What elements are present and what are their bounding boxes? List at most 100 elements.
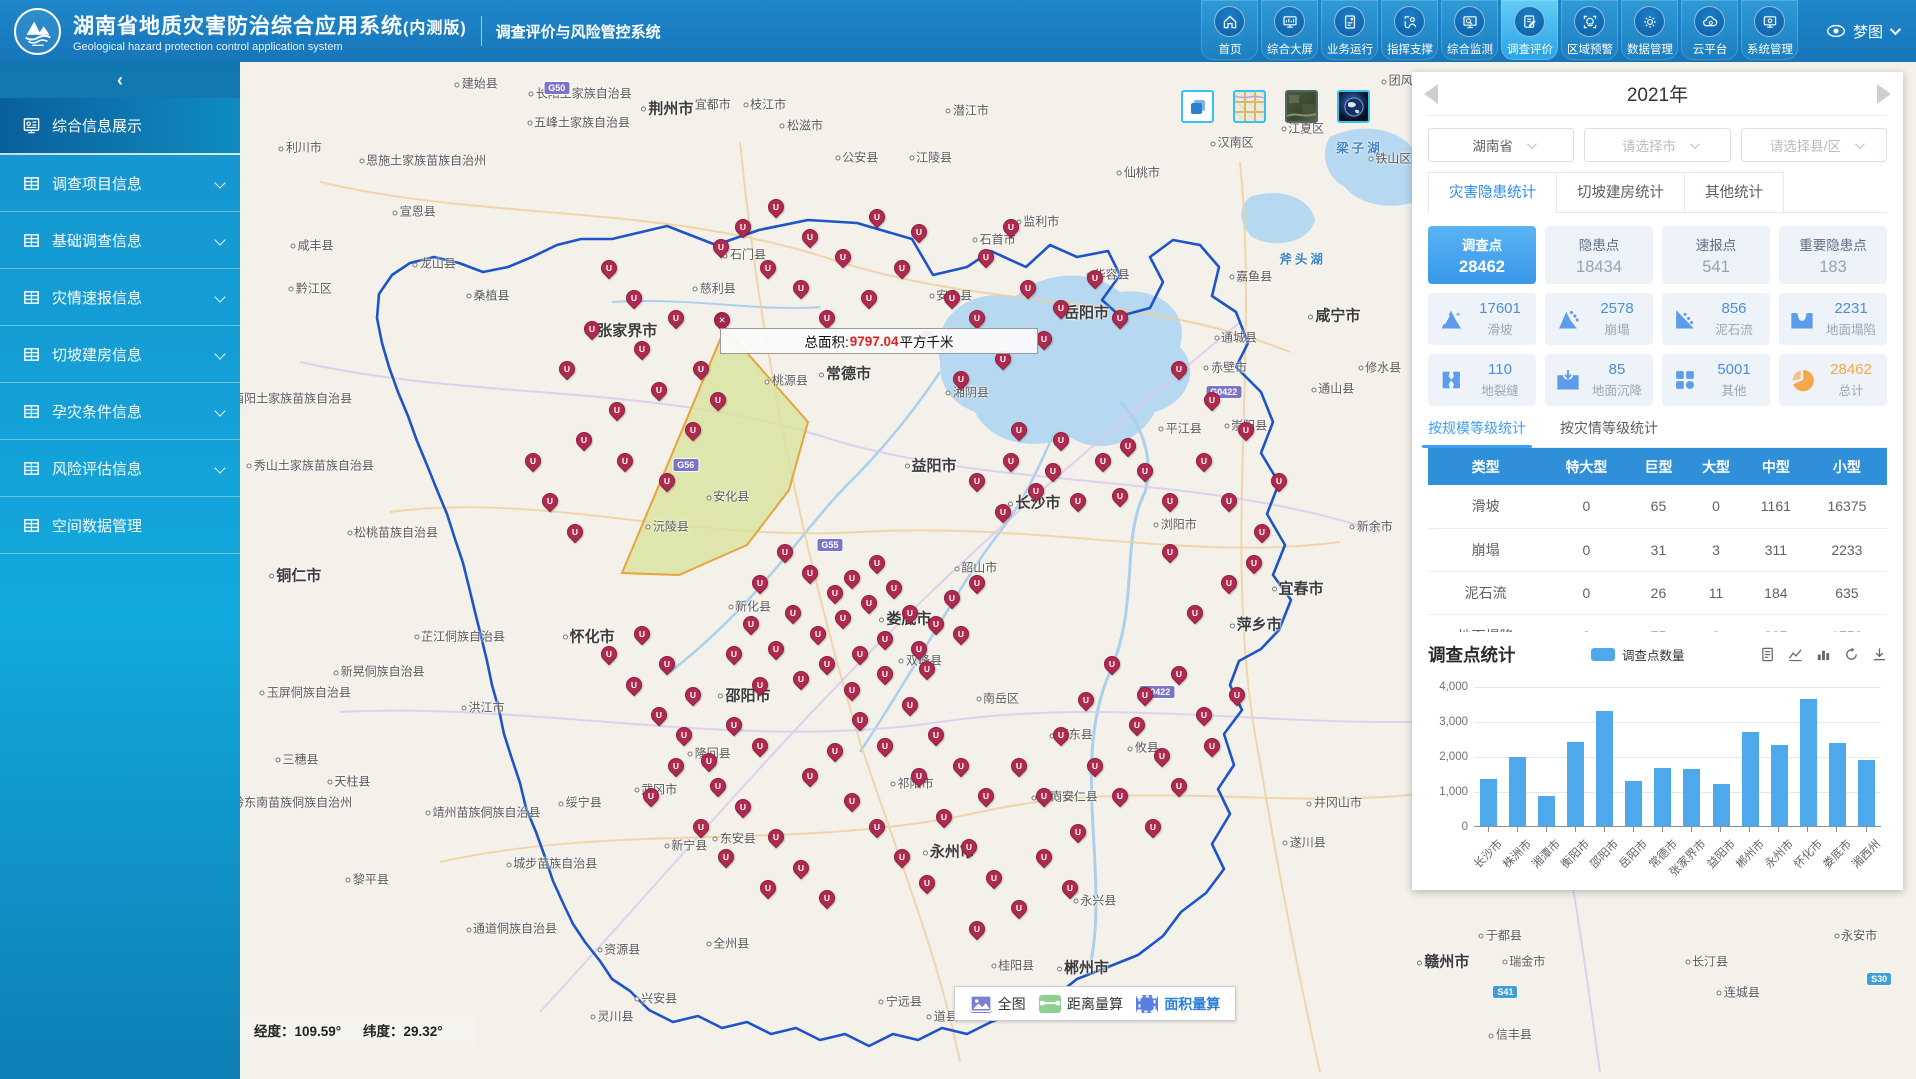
table-row[interactable]: 崩塌03133112233 [1428,528,1887,571]
user-area[interactable]: 梦图 [1826,21,1898,42]
sidebar-item-基础调查信息[interactable]: 基础调查信息 [0,212,240,269]
download-icon[interactable] [1872,647,1887,662]
nav-item-指挥支撑[interactable]: 指挥支撑 [1381,0,1438,60]
sidebar-item-切坡建房信息[interactable]: 切坡建房信息 [0,326,240,383]
nav-item-系统管理[interactable]: 系统管理 [1741,0,1798,60]
hazard-glyph: U [736,220,750,234]
bar-永州市[interactable] [1771,745,1788,826]
measured-area-polygon[interactable] [622,328,808,575]
type-card-地裂缝[interactable]: 110地裂缝 [1428,354,1536,406]
bar-湘潭市[interactable] [1538,796,1555,826]
bar-岳阳市[interactable] [1625,781,1642,826]
map-tool-面积量算[interactable]: 面积量算 [1136,994,1220,1014]
map-label-枝江市: 枝江市 [743,95,786,112]
layers-button[interactable] [1181,90,1214,123]
bar-chart-icon[interactable] [1816,647,1831,662]
globe-basemap-button[interactable] [1337,90,1370,123]
line-chart-icon[interactable] [1788,647,1803,662]
type-card-滑坡[interactable]: 17601滑坡 [1428,293,1536,345]
place-dot-icon [835,155,840,160]
nav-item-区域预警[interactable]: 区域预警 [1561,0,1618,60]
map-tool-距离量算[interactable]: 距离量算 [1039,994,1123,1014]
cloud-icon [1694,6,1725,37]
tab-切坡建房统计[interactable]: 切坡建房统计 [1556,172,1684,212]
nav-item-业务运行[interactable]: 业务运行 [1321,0,1378,60]
bar-长沙市[interactable] [1480,779,1497,826]
sidebar-item-灾情速报信息[interactable]: 灾情速报信息 [0,269,240,326]
map-tool-全图[interactable]: 全图 [970,994,1026,1014]
region-select-0[interactable]: 湖南省 [1428,128,1574,162]
bar-张家界市[interactable] [1683,769,1700,826]
refresh-icon[interactable] [1844,647,1859,662]
table-row[interactable]: 滑坡0650116116375 [1428,485,1887,528]
sidebar-item-孕灾条件信息[interactable]: 孕灾条件信息 [0,383,240,440]
type-card-总计[interactable]: 28462总计 [1779,354,1887,406]
tab-其他统计[interactable]: 其他统计 [1684,172,1784,212]
nav-item-综合大屏[interactable]: 综合大屏 [1261,0,1318,60]
street-basemap-button[interactable] [1233,90,1266,123]
sidebar-collapse-button[interactable]: ‹ [0,62,240,98]
map-label-黎平县: 黎平县 [346,870,389,887]
type-card-其他[interactable]: 5001其他 [1662,354,1770,406]
map-label-通城县: 通城县 [1214,328,1257,345]
bar-常德市[interactable] [1654,768,1671,826]
subtab-按灾情等级统计[interactable]: 按灾情等级统计 [1560,418,1658,447]
summary-card-重要隐患点[interactable]: 重要隐患点183 [1779,226,1887,284]
place-dot-icon [923,850,928,855]
bar-怀化市[interactable] [1800,699,1817,826]
bar-娄底市[interactable] [1829,743,1846,826]
bar-湘西州[interactable] [1858,760,1875,827]
summary-card-速报点[interactable]: 速报点541 [1662,226,1770,284]
bar-郴州市[interactable] [1742,732,1759,827]
year-next-button[interactable] [1877,84,1891,104]
type-card-泥石流[interactable]: 856泥石流 [1662,293,1770,345]
satellite-basemap-button[interactable] [1285,90,1318,123]
nav-item-首页[interactable]: 首页 [1201,0,1258,60]
nav-item-云平台[interactable]: 云平台 [1681,0,1738,60]
place-dot-icon [927,1015,932,1020]
table-cell: 0 [1543,614,1629,632]
sidebar-item-风险评估信息[interactable]: 风险评估信息 [0,440,240,497]
type-card-地面塌陷[interactable]: 2231地面塌陷 [1779,293,1887,345]
debris-flow-icon [1672,306,1698,332]
hazard-glyph: U [920,876,934,890]
subtab-按规模等级统计[interactable]: 按规模等级统计 [1428,418,1526,447]
nav-item-综合监测[interactable]: 综合监测 [1441,0,1498,60]
year-prev-button[interactable] [1424,84,1438,104]
chart-legend[interactable]: 调查点数量 [1516,645,1761,664]
bar-株洲市[interactable] [1509,757,1526,826]
title-block: 湖南省地质灾害防治综合应用系统(内测版) Geological hazard p… [73,10,467,53]
type-value: 110 [1488,361,1512,378]
x-slot: 湘西州 [1852,827,1881,887]
hazard-glyph: U [996,352,1010,366]
data-view-icon[interactable] [1760,647,1775,662]
table-row[interactable]: 地面塌陷07593951752 [1428,614,1887,632]
tab-灾害隐患统计[interactable]: 灾害隐患统计 [1428,172,1556,212]
nav-item-调查评价[interactable]: 调查评价 [1501,0,1558,60]
sidebar-item-调查项目信息[interactable]: 调查项目信息 [0,155,240,212]
type-card-地面沉降[interactable]: 85地面沉降 [1545,354,1653,406]
type-card-崩塌[interactable]: 2578崩塌 [1545,293,1653,345]
hazard-glyph: U [1247,556,1261,570]
table-cell: 0 [1687,485,1745,528]
bar-衡阳市[interactable] [1567,742,1584,826]
place-dot-icon [527,121,532,126]
map-label-利川市: 利川市 [279,139,322,156]
hazard-glyph: U [1088,759,1102,773]
summary-card-隐患点[interactable]: 隐患点18434 [1545,226,1653,284]
bar-邵阳市[interactable] [1596,711,1613,827]
year-value: 2021年 [1627,80,1688,107]
bar-益阳市[interactable] [1713,784,1730,826]
sidebar-item-空间数据管理[interactable]: 空间数据管理 [0,497,240,554]
map-label-铜仁市: 铜仁市 [269,564,321,585]
place-dot-icon [879,1000,884,1005]
sidebar-item-综合信息展示[interactable]: 综合信息展示 [0,98,240,155]
table-row[interactable]: 泥石流02611184635 [1428,571,1887,614]
region-select-1[interactable]: 请选择市 [1584,128,1730,162]
road-badge-G56: G56 [672,458,699,472]
region-select-2[interactable]: 请选择县/区 [1741,128,1887,162]
nav-item-数据管理[interactable]: 数据管理 [1621,0,1678,60]
x-slot: 株洲市 [1503,827,1532,887]
x-label-怀化市: 怀化市 [1790,836,1826,872]
summary-card-调查点[interactable]: 调查点28462 [1428,226,1536,284]
